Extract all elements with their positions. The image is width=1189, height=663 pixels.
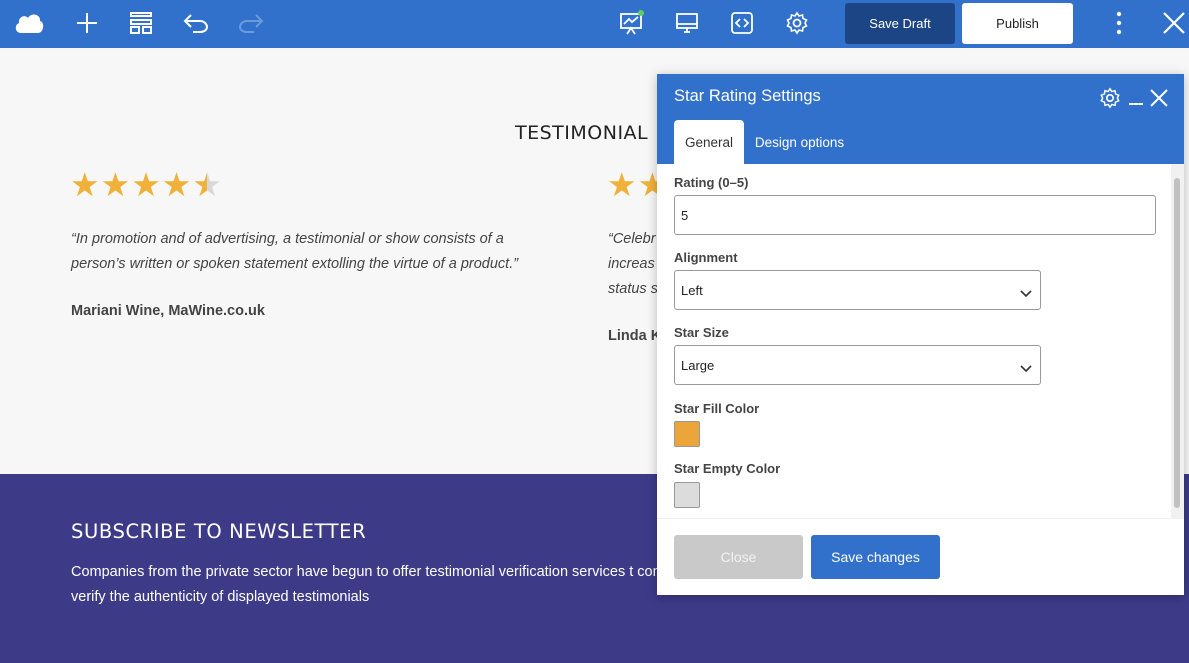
alignment-select[interactable]: Left <box>674 270 1041 310</box>
star-fill-color-label: Star Fill Color <box>674 401 760 416</box>
panel-body: Rating (0–5) Alignment Left Star Size La… <box>657 164 1184 518</box>
section-title: TESTIMONIAL <box>515 122 649 144</box>
rating-input[interactable] <box>674 195 1156 235</box>
tab-general[interactable]: General <box>674 120 744 164</box>
publish-button[interactable]: Publish <box>962 3 1073 44</box>
testimonial-author: Linda K <box>608 328 662 344</box>
cloud-logo-icon[interactable] <box>6 0 52 46</box>
more-vertical-icon[interactable] <box>1096 0 1142 46</box>
star-icon: ★ <box>161 166 192 203</box>
half-star-icon: ★ <box>192 166 222 203</box>
newsletter-text: Companies from the private sector have b… <box>71 564 709 605</box>
panel-scrollbar[interactable] <box>1171 164 1184 518</box>
testimonial-quote: “In promotion and of advertising, a test… <box>71 231 519 272</box>
star-icon: ★ <box>100 166 131 203</box>
star-size-select[interactable]: Large <box>674 345 1041 385</box>
gear-icon[interactable] <box>1098 86 1122 110</box>
star-size-value: Large <box>681 358 715 373</box>
top-toolbar: Save Draft Publish <box>0 0 1189 48</box>
analytics-icon[interactable] <box>609 0 655 46</box>
panel-footer: Close Save changes <box>657 518 1184 595</box>
star-empty-color-label: Star Empty Color <box>674 461 781 476</box>
redo-icon <box>228 0 274 46</box>
gear-icon[interactable] <box>774 0 820 46</box>
minimize-icon[interactable] <box>1124 86 1148 110</box>
testimonial-quote: increas <box>608 256 655 272</box>
undo-icon[interactable] <box>173 0 219 46</box>
layout-icon[interactable] <box>118 0 164 46</box>
star-icon: ★ <box>70 166 100 203</box>
star-empty-color-swatch[interactable] <box>674 482 700 508</box>
code-icon[interactable] <box>719 0 765 46</box>
tab-design-options[interactable]: Design options <box>747 120 852 164</box>
close-icon[interactable] <box>1147 86 1171 110</box>
alignment-label: Alignment <box>674 250 738 265</box>
save-changes-button[interactable]: Save changes <box>811 535 940 579</box>
testimonial-author: Mariani Wine, MaWine.co.uk <box>71 303 265 319</box>
testimonial-quote: “Celebr <box>608 231 656 247</box>
testimonial-quote: status s <box>608 281 658 297</box>
star-size-label: Star Size <box>674 325 729 340</box>
scrollbar-thumb[interactable] <box>1174 178 1180 508</box>
plus-icon[interactable] <box>64 0 110 46</box>
panel-header[interactable]: Star Rating Settings General Design opti… <box>657 74 1184 164</box>
save-draft-button[interactable]: Save Draft <box>845 3 955 44</box>
desktop-preview-icon[interactable] <box>664 0 710 46</box>
chevron-down-icon <box>1020 360 1032 378</box>
star-icon: ★ <box>607 166 637 203</box>
panel-title: Star Rating Settings <box>674 87 821 105</box>
alignment-value: Left <box>681 283 703 298</box>
star-fill-color-swatch[interactable] <box>674 421 700 447</box>
newsletter-title: SUBSCRIBE TO NEWSLETTER <box>71 520 367 543</box>
star-rating-1[interactable]: ★ ★ ★ ★ ★ <box>70 168 222 201</box>
chevron-down-icon <box>1020 285 1032 303</box>
rating-label: Rating (0–5) <box>674 175 749 190</box>
close-button[interactable]: Close <box>674 535 803 579</box>
star-rating-settings-panel: Star Rating Settings General Design opti… <box>657 74 1184 595</box>
star-icon: ★ <box>131 166 161 203</box>
close-icon[interactable] <box>1151 0 1189 46</box>
